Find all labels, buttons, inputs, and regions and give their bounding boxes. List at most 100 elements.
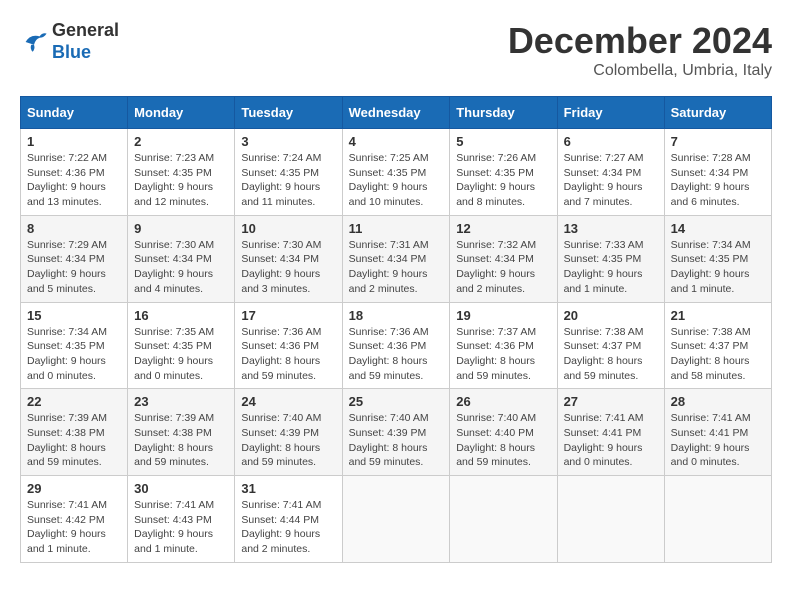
day-info: Sunrise: 7:40 AMSunset: 4:39 PMDaylight:…: [241, 411, 335, 470]
day-info: Sunrise: 7:23 AMSunset: 4:35 PMDaylight:…: [134, 151, 228, 210]
calendar-cell: 4 Sunrise: 7:25 AMSunset: 4:35 PMDaylight…: [342, 129, 450, 216]
calendar-cell: 18Sunrise: 7:36 AMSunset: 4:36 PMDayligh…: [342, 302, 450, 389]
calendar-table: SundayMondayTuesdayWednesdayThursdayFrid…: [20, 96, 772, 563]
calendar-week-2: 8 Sunrise: 7:29 AMSunset: 4:34 PMDaylight…: [21, 215, 772, 302]
day-info: Sunrise: 7:32 AMSunset: 4:34 PMDaylight:…: [456, 238, 550, 297]
day-number: 10: [241, 221, 335, 236]
calendar-cell: 30 Sunrise: 7:41 AMSunset: 4:43 PMDayligh…: [128, 476, 235, 563]
calendar-cell: 1Sunrise: 7:22 AMSunset: 4:36 PMDaylight…: [21, 129, 128, 216]
day-info: Sunrise: 7:29 AMSunset: 4:34 PMDaylight:…: [27, 238, 121, 297]
day-info: Sunrise: 7:35 AMSunset: 4:35 PMDaylight:…: [134, 325, 228, 384]
day-number: 19: [456, 308, 550, 323]
day-info: Sunrise: 7:25 AMSunset: 4:35 PMDaylight:…: [349, 151, 444, 210]
day-info: Sunrise: 7:24 AMSunset: 4:35 PMDaylight:…: [241, 151, 335, 210]
day-number: 22: [27, 394, 121, 409]
day-number: 26: [456, 394, 550, 409]
calendar-header-wednesday: Wednesday: [342, 97, 450, 129]
calendar-cell: 5 Sunrise: 7:26 AMSunset: 4:35 PMDaylight…: [450, 129, 557, 216]
title-section: December 2024 Colombella, Umbria, Italy: [508, 20, 772, 80]
day-info: Sunrise: 7:38 AMSunset: 4:37 PMDaylight:…: [564, 325, 658, 384]
day-number: 9: [134, 221, 228, 236]
day-number: 3: [241, 134, 335, 149]
calendar-cell: 12 Sunrise: 7:32 AMSunset: 4:34 PMDayligh…: [450, 215, 557, 302]
calendar-cell: 22 Sunrise: 7:39 AMSunset: 4:38 PMDayligh…: [21, 389, 128, 476]
calendar-cell: 11 Sunrise: 7:31 AMSunset: 4:34 PMDayligh…: [342, 215, 450, 302]
day-number: 8: [27, 221, 121, 236]
day-number: 7: [671, 134, 765, 149]
calendar-cell: 9 Sunrise: 7:30 AMSunset: 4:34 PMDaylight…: [128, 215, 235, 302]
day-info: Sunrise: 7:28 AMSunset: 4:34 PMDaylight:…: [671, 151, 765, 210]
day-number: 12: [456, 221, 550, 236]
calendar-cell: 19 Sunrise: 7:37 AMSunset: 4:36 PMDayligh…: [450, 302, 557, 389]
calendar-cell: 15Sunrise: 7:34 AMSunset: 4:35 PMDayligh…: [21, 302, 128, 389]
calendar-cell: [450, 476, 557, 563]
day-number: 13: [564, 221, 658, 236]
day-info: Sunrise: 7:31 AMSunset: 4:34 PMDaylight:…: [349, 238, 444, 297]
logo: General Blue: [20, 20, 119, 63]
calendar-header-sunday: Sunday: [21, 97, 128, 129]
day-number: 23: [134, 394, 228, 409]
calendar-cell: 29 Sunrise: 7:41 AMSunset: 4:42 PMDayligh…: [21, 476, 128, 563]
calendar-cell: 31 Sunrise: 7:41 AMSunset: 4:44 PMDayligh…: [235, 476, 342, 563]
day-number: 28: [671, 394, 765, 409]
day-info: Sunrise: 7:40 AMSunset: 4:40 PMDaylight:…: [456, 411, 550, 470]
calendar-week-3: 15Sunrise: 7:34 AMSunset: 4:35 PMDayligh…: [21, 302, 772, 389]
day-number: 24: [241, 394, 335, 409]
day-info: Sunrise: 7:33 AMSunset: 4:35 PMDaylight:…: [564, 238, 658, 297]
calendar-cell: 13 Sunrise: 7:33 AMSunset: 4:35 PMDayligh…: [557, 215, 664, 302]
calendar-cell: 23 Sunrise: 7:39 AMSunset: 4:38 PMDayligh…: [128, 389, 235, 476]
page-header: General Blue December 2024 Colombella, U…: [20, 20, 772, 80]
calendar-cell: 28 Sunrise: 7:41 AMSunset: 4:41 PMDayligh…: [664, 389, 771, 476]
day-number: 2: [134, 134, 228, 149]
calendar-cell: 7 Sunrise: 7:28 AMSunset: 4:34 PMDaylight…: [664, 129, 771, 216]
calendar-cell: 14Sunrise: 7:34 AMSunset: 4:35 PMDayligh…: [664, 215, 771, 302]
day-info: Sunrise: 7:37 AMSunset: 4:36 PMDaylight:…: [456, 325, 550, 384]
day-number: 30: [134, 481, 228, 496]
day-info: Sunrise: 7:30 AMSunset: 4:34 PMDaylight:…: [134, 238, 228, 297]
day-info: Sunrise: 7:27 AMSunset: 4:34 PMDaylight:…: [564, 151, 658, 210]
day-number: 29: [27, 481, 121, 496]
calendar-body: 1Sunrise: 7:22 AMSunset: 4:36 PMDaylight…: [21, 129, 772, 563]
calendar-cell: 8 Sunrise: 7:29 AMSunset: 4:34 PMDaylight…: [21, 215, 128, 302]
day-number: 16: [134, 308, 228, 323]
calendar-header-saturday: Saturday: [664, 97, 771, 129]
day-info: Sunrise: 7:41 AMSunset: 4:43 PMDaylight:…: [134, 498, 228, 557]
calendar-cell: [342, 476, 450, 563]
day-info: Sunrise: 7:26 AMSunset: 4:35 PMDaylight:…: [456, 151, 550, 210]
calendar-cell: [557, 476, 664, 563]
day-info: Sunrise: 7:38 AMSunset: 4:37 PMDaylight:…: [671, 325, 765, 384]
day-info: Sunrise: 7:41 AMSunset: 4:41 PMDaylight:…: [671, 411, 765, 470]
logo-text: General Blue: [52, 20, 119, 63]
calendar-cell: 2 Sunrise: 7:23 AMSunset: 4:35 PMDaylight…: [128, 129, 235, 216]
calendar-header-friday: Friday: [557, 97, 664, 129]
day-info: Sunrise: 7:39 AMSunset: 4:38 PMDaylight:…: [134, 411, 228, 470]
logo-bird-icon: [20, 28, 48, 56]
day-number: 20: [564, 308, 658, 323]
day-number: 31: [241, 481, 335, 496]
day-info: Sunrise: 7:41 AMSunset: 4:41 PMDaylight:…: [564, 411, 658, 470]
logo-blue: Blue: [52, 42, 119, 64]
calendar-cell: 16 Sunrise: 7:35 AMSunset: 4:35 PMDayligh…: [128, 302, 235, 389]
day-info: Sunrise: 7:41 AMSunset: 4:44 PMDaylight:…: [241, 498, 335, 557]
day-info: Sunrise: 7:22 AMSunset: 4:36 PMDaylight:…: [27, 151, 121, 210]
day-number: 5: [456, 134, 550, 149]
calendar-cell: 21 Sunrise: 7:38 AMSunset: 4:37 PMDayligh…: [664, 302, 771, 389]
calendar-week-5: 29 Sunrise: 7:41 AMSunset: 4:42 PMDayligh…: [21, 476, 772, 563]
calendar-cell: 17Sunrise: 7:36 AMSunset: 4:36 PMDayligh…: [235, 302, 342, 389]
calendar-cell: 26 Sunrise: 7:40 AMSunset: 4:40 PMDayligh…: [450, 389, 557, 476]
calendar-cell: 25Sunrise: 7:40 AMSunset: 4:39 PMDayligh…: [342, 389, 450, 476]
calendar-cell: 10Sunrise: 7:30 AMSunset: 4:34 PMDayligh…: [235, 215, 342, 302]
calendar-cell: 24 Sunrise: 7:40 AMSunset: 4:39 PMDayligh…: [235, 389, 342, 476]
day-number: 4: [349, 134, 444, 149]
day-number: 14: [671, 221, 765, 236]
calendar-header-tuesday: Tuesday: [235, 97, 342, 129]
calendar-cell: [664, 476, 771, 563]
day-info: Sunrise: 7:36 AMSunset: 4:36 PMDaylight:…: [349, 325, 444, 384]
day-info: Sunrise: 7:39 AMSunset: 4:38 PMDaylight:…: [27, 411, 121, 470]
day-number: 21: [671, 308, 765, 323]
day-number: 27: [564, 394, 658, 409]
location-title: Colombella, Umbria, Italy: [508, 62, 772, 80]
month-title: December 2024: [508, 20, 772, 62]
day-info: Sunrise: 7:41 AMSunset: 4:42 PMDaylight:…: [27, 498, 121, 557]
day-number: 11: [349, 221, 444, 236]
